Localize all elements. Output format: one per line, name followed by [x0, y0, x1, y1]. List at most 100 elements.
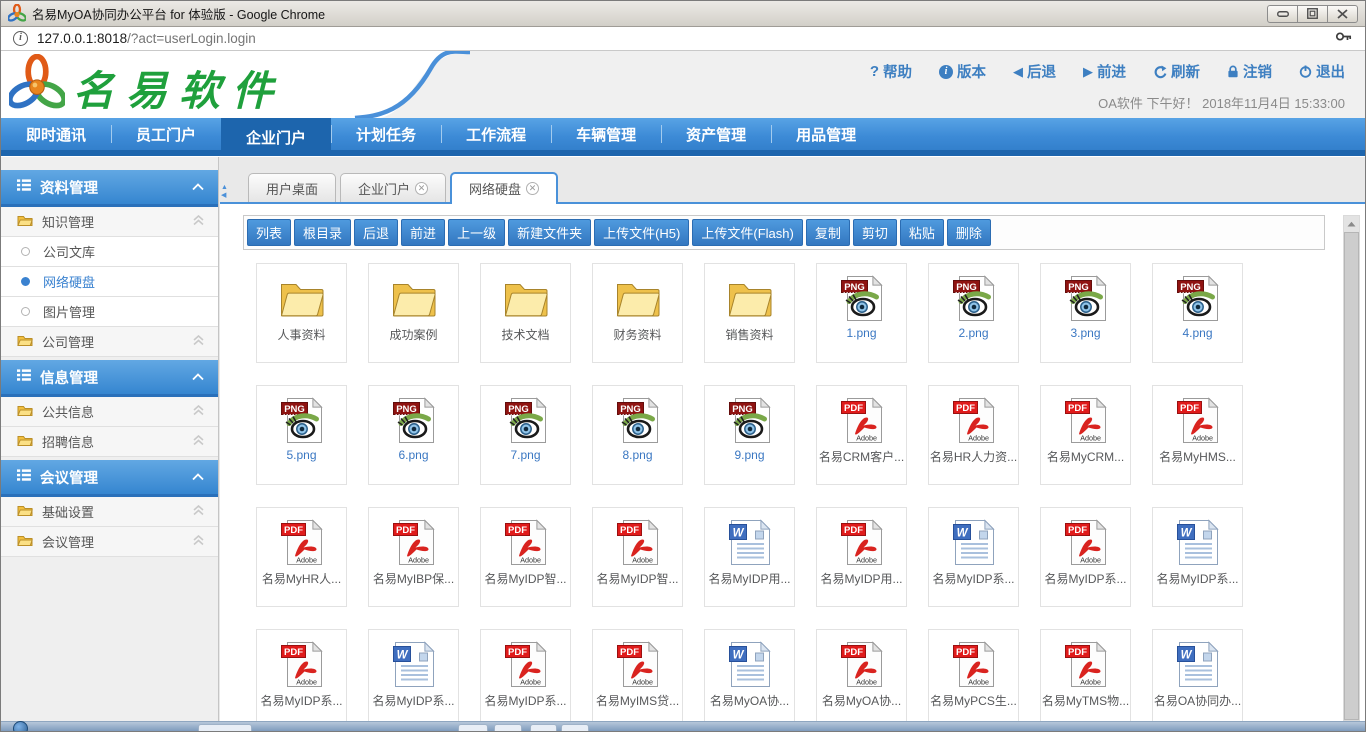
file-item-人事资料[interactable]: 人事资料	[256, 263, 347, 363]
file-item-成功案例[interactable]: 成功案例	[368, 263, 459, 363]
header-link-退出[interactable]: 退出	[1299, 61, 1345, 82]
sidebar-subitem-公司文库[interactable]: 公司文库	[1, 237, 218, 267]
file-item-名易MyCRM...[interactable]: PDFAdobe 名易MyCRM...	[1040, 385, 1131, 485]
file-item-名易CRM客户...[interactable]: PDFAdobe 名易CRM客户...	[816, 385, 907, 485]
file-item-名易MyIDP用...[interactable]: W 名易MyIDP用...	[704, 507, 795, 607]
file-item-财务资料[interactable]: 财务资料	[592, 263, 683, 363]
toolbar-button-粘贴[interactable]: 粘贴	[900, 219, 944, 246]
toolbar-button-上一级[interactable]: 上一级	[448, 219, 505, 246]
close-button[interactable]	[1327, 5, 1358, 23]
nav-item-计划任务[interactable]: 计划任务	[331, 118, 441, 150]
sidebar-group-header-会议管理[interactable]: 会议管理	[1, 460, 218, 497]
file-item-3.png[interactable]: PNG 3.png	[1040, 263, 1131, 363]
toolbar-button-列表[interactable]: 列表	[247, 219, 291, 246]
file-item-名易MyPCS生...[interactable]: PDFAdobe 名易MyPCS生...	[928, 629, 1019, 729]
file-item-5.png[interactable]: PNG 5.png	[256, 385, 347, 485]
taskbar-button[interactable]	[561, 724, 589, 731]
sidebar-item-基础设置[interactable]: 基础设置	[1, 497, 218, 527]
start-orb-icon[interactable]	[13, 721, 28, 732]
tab-网络硬盘[interactable]: 网络硬盘 ✕	[450, 172, 558, 204]
sidebar-item-招聘信息[interactable]: 招聘信息	[1, 427, 218, 457]
key-icon[interactable]	[1335, 29, 1353, 49]
file-item-9.png[interactable]: PNG 9.png	[704, 385, 795, 485]
header-link-前进[interactable]: ▶ 前进	[1083, 61, 1126, 82]
minimize-button[interactable]	[1267, 5, 1298, 23]
sidebar-group-header-信息管理[interactable]: 信息管理	[1, 360, 218, 397]
radio-icon	[21, 277, 30, 286]
file-item-销售资料[interactable]: 销售资料	[704, 263, 795, 363]
taskbar-button[interactable]	[494, 724, 522, 731]
maximize-button[interactable]	[1297, 5, 1328, 23]
page-info-icon[interactable]: i	[13, 31, 28, 46]
file-item-名易MyHMS...[interactable]: PDFAdobe 名易MyHMS...	[1152, 385, 1243, 485]
file-item-名易MyIDP系...[interactable]: W 名易MyIDP系...	[928, 507, 1019, 607]
file-item-名易MyIDP系...[interactable]: PDFAdobe 名易MyIDP系...	[256, 629, 347, 729]
url-text[interactable]: 127.0.0.1:8018/?act=userLogin.login	[37, 31, 256, 46]
tab-用户桌面[interactable]: 用户桌面	[248, 173, 336, 202]
file-item-7.png[interactable]: PNG 7.png	[480, 385, 571, 485]
nav-item-员工门户[interactable]: 员工门户	[111, 118, 221, 150]
sidebar-subitem-网络硬盘[interactable]: 网络硬盘	[1, 267, 218, 297]
tab-企业门户[interactable]: 企业门户 ✕	[340, 173, 446, 202]
file-item-名易MyOA协...[interactable]: PDFAdobe 名易MyOA协...	[816, 629, 907, 729]
toolbar-button-剪切[interactable]: 剪切	[853, 219, 897, 246]
nav-item-工作流程[interactable]: 工作流程	[441, 118, 551, 150]
file-item-名易MyIBP保...[interactable]: PDFAdobe 名易MyIBP保...	[368, 507, 459, 607]
nav-item-资产管理[interactable]: 资产管理	[661, 118, 771, 150]
file-item-名易MyIDP智...[interactable]: PDFAdobe 名易MyIDP智...	[480, 507, 571, 607]
file-item-名易MyOA协...[interactable]: W 名易MyOA协...	[704, 629, 795, 729]
close-icon	[1337, 9, 1348, 19]
file-item-名易OA协同办...[interactable]: W 名易OA协同办...	[1152, 629, 1243, 729]
header-link-版本[interactable]: i 版本	[939, 61, 986, 82]
header-link-后退[interactable]: ◀ 后退	[1013, 61, 1056, 82]
file-item-名易MyIDP用...[interactable]: PDFAdobe 名易MyIDP用...	[816, 507, 907, 607]
toolbar-button-上传文件(Flash)[interactable]: 上传文件(Flash)	[692, 219, 802, 246]
browser-urlbar[interactable]: i 127.0.0.1:8018/?act=userLogin.login	[1, 27, 1365, 51]
nav-item-车辆管理[interactable]: 车辆管理	[551, 118, 661, 150]
file-item-6.png[interactable]: PNG 6.png	[368, 385, 459, 485]
toolbar-button-根目录[interactable]: 根目录	[294, 219, 351, 246]
file-item-名易MyHR人...[interactable]: PDFAdobe 名易MyHR人...	[256, 507, 347, 607]
toolbar-button-复制[interactable]: 复制	[806, 219, 850, 246]
sidebar-item-公共信息[interactable]: 公共信息	[1, 397, 218, 427]
sidebar-collapse-handle[interactable]: ▲◀	[221, 184, 228, 200]
file-item-名易MyTMS物...[interactable]: PDFAdobe 名易MyTMS物...	[1040, 629, 1131, 729]
scrollbar-thumb[interactable]	[1344, 232, 1359, 720]
file-item-4.png[interactable]: PNG 4.png	[1152, 263, 1243, 363]
file-item-名易MyIDP系...[interactable]: PDFAdobe 名易MyIDP系...	[1040, 507, 1131, 607]
header-link-帮助[interactable]: ? 帮助	[870, 61, 912, 82]
file-item-2.png[interactable]: PNG 2.png	[928, 263, 1019, 363]
toolbar-button-后退[interactable]: 后退	[354, 219, 398, 246]
taskbar-button[interactable]	[458, 724, 488, 731]
vertical-scrollbar[interactable]	[1343, 215, 1360, 721]
file-item-8.png[interactable]: PNG 8.png	[592, 385, 683, 485]
taskbar-button[interactable]	[530, 724, 557, 731]
file-item-1.png[interactable]: PNG 1.png	[816, 263, 907, 363]
nav-item-用品管理[interactable]: 用品管理	[771, 118, 881, 150]
sidebar-item-知识管理[interactable]: 知识管理	[1, 207, 218, 237]
window-controls	[1268, 5, 1358, 23]
nav-item-即时通讯[interactable]: 即时通讯	[1, 118, 111, 150]
header-link-注销[interactable]: 注销	[1227, 61, 1272, 82]
scroll-up-button[interactable]	[1344, 216, 1359, 232]
nav-item-企业门户[interactable]: 企业门户	[221, 118, 331, 156]
file-item-名易MyIDP系...[interactable]: W 名易MyIDP系...	[368, 629, 459, 729]
file-item-名易HR人力资...[interactable]: PDFAdobe 名易HR人力资...	[928, 385, 1019, 485]
file-item-名易MyIMS贷...[interactable]: PDFAdobe 名易MyIMS贷...	[592, 629, 683, 729]
toolbar-button-前进[interactable]: 前进	[401, 219, 445, 246]
taskbar-button[interactable]	[198, 724, 252, 731]
file-item-名易MyIDP系...[interactable]: W 名易MyIDP系...	[1152, 507, 1243, 607]
sidebar-subitem-图片管理[interactable]: 图片管理	[1, 297, 218, 327]
file-item-名易MyIDP系...[interactable]: PDFAdobe 名易MyIDP系...	[480, 629, 571, 729]
sidebar-item-会议管理[interactable]: 会议管理	[1, 527, 218, 557]
tab-close-icon[interactable]: ✕	[415, 182, 428, 195]
toolbar-button-新建文件夹[interactable]: 新建文件夹	[508, 219, 591, 246]
sidebar-item-公司管理[interactable]: 公司管理	[1, 327, 218, 357]
sidebar-group-header-资料管理[interactable]: 资料管理	[1, 170, 218, 207]
file-item-技术文档[interactable]: 技术文档	[480, 263, 571, 363]
toolbar-button-删除[interactable]: 删除	[947, 219, 991, 246]
file-item-名易MyIDP智...[interactable]: PDFAdobe 名易MyIDP智...	[592, 507, 683, 607]
tab-close-icon[interactable]: ✕	[526, 182, 539, 195]
header-link-刷新[interactable]: 刷新	[1153, 61, 1200, 82]
toolbar-button-上传文件(H5)[interactable]: 上传文件(H5)	[594, 219, 689, 246]
